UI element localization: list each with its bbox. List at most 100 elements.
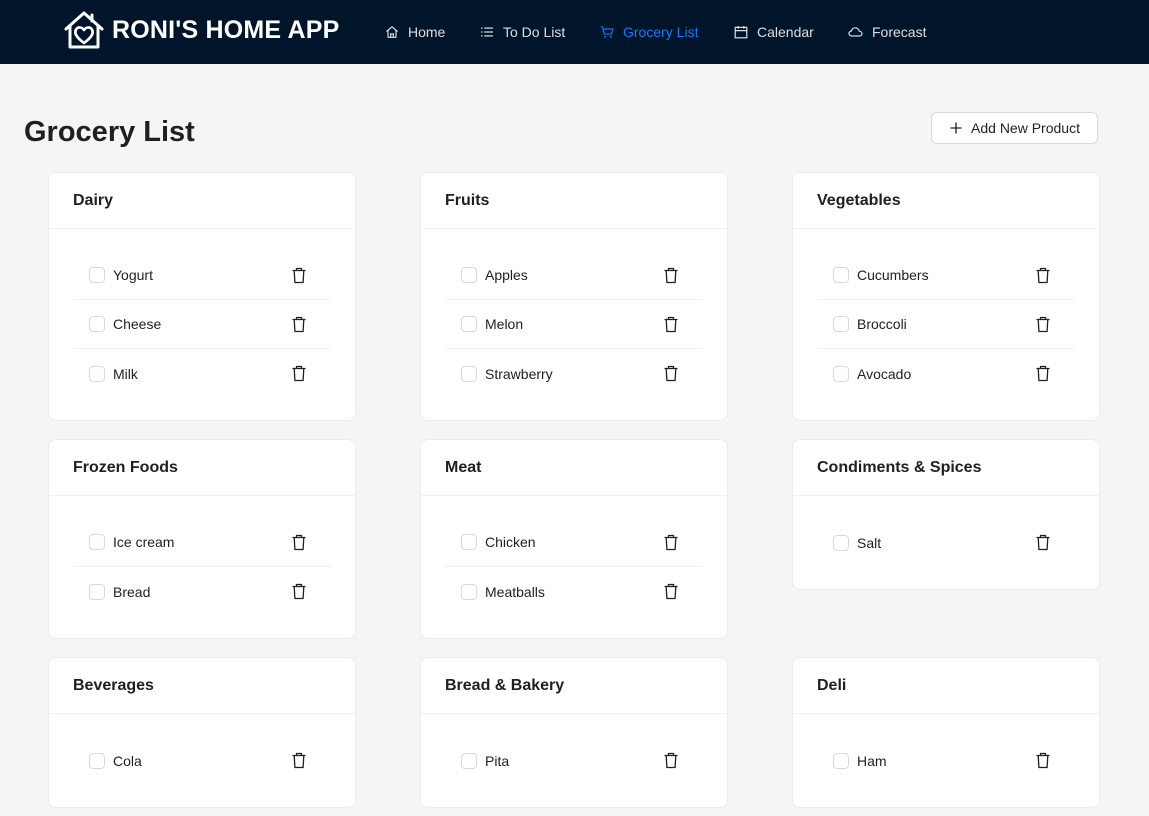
item-checkbox[interactable] [89,534,105,550]
item-checkbox[interactable] [89,583,105,600]
list-icon [481,27,493,37]
category-title: Beverages [49,658,355,714]
item-label: Avocado [857,365,912,382]
item-label: Ham [857,752,887,769]
item-checkbox[interactable] [833,534,849,551]
nav-item-label: Home [408,24,446,40]
item-label: Ice cream [113,534,175,550]
trash-icon[interactable] [663,752,679,769]
grocery-item: Salt [817,518,1075,567]
cloud-icon [848,27,863,37]
item-label: Salt [857,534,882,551]
item-label: Chicken [485,534,536,550]
item-label: Pita [485,752,510,769]
trash-icon[interactable] [1035,534,1051,551]
item-label: Cheese [113,316,162,332]
trash-icon[interactable] [1035,365,1051,382]
item-checkbox[interactable] [833,365,849,382]
trash-icon[interactable] [291,365,307,382]
item-checkbox[interactable] [89,316,105,332]
trash-icon[interactable] [291,752,307,769]
grocery-item: Milk [73,349,331,398]
category-card-meat: Meat Chicken Meatballs [420,439,728,639]
item-checkbox[interactable] [461,316,477,332]
category-items: Cola [49,714,355,807]
home-icon [386,26,398,38]
trash-icon[interactable] [1035,316,1051,333]
brand-logo[interactable]: RONI'S HOME APP [62,9,340,51]
top-navbar: RONI'S HOME APP Home To Do List Grocery … [0,0,1149,64]
trash-icon[interactable] [663,583,679,600]
plus-icon [950,122,962,134]
category-title: Dairy [49,173,355,229]
item-checkbox[interactable] [833,316,849,332]
grocery-item: Ham [817,736,1075,785]
nav-item-to-do-list[interactable]: To Do List [480,0,565,64]
nav-item-label: To Do List [503,24,566,40]
grocery-item: Meatballs [445,567,703,616]
trash-icon[interactable] [291,583,307,600]
item-checkbox[interactable] [833,752,849,769]
item-label: Yogurt [113,267,153,283]
item-checkbox[interactable] [461,534,477,550]
page-title: Grocery List [24,116,195,148]
category-card-frozen-foods: Frozen Foods Ice cream Bread [48,439,356,639]
grocery-item: Bread [73,567,331,616]
item-label: Melon [485,316,524,332]
category-title: Vegetables [793,173,1099,229]
grocery-item: Ice cream [73,518,331,567]
trash-icon[interactable] [291,267,307,284]
nav-item-calendar[interactable]: Calendar [734,0,814,64]
category-title: Condiments & Spices [793,440,1099,496]
item-label: Strawberry [485,365,553,382]
grocery-item: Broccoli [817,300,1075,349]
calendar-icon [734,26,748,39]
trash-icon[interactable] [291,316,307,333]
trash-icon[interactable] [1035,267,1051,284]
trash-icon[interactable] [1035,752,1051,769]
add-new-product-button[interactable]: Add New Product [931,112,1098,144]
grocery-item: Strawberry [445,349,703,398]
category-items: Cucumbers Broccoli Avocado [793,229,1099,420]
trash-icon[interactable] [663,534,679,551]
category-items: Apples Melon Strawberry [421,229,727,420]
category-card-vegetables: Vegetables Cucumbers Broccoli Avocado [792,172,1100,421]
category-title: Frozen Foods [49,440,355,496]
category-items: Pita [421,714,727,807]
item-checkbox[interactable] [461,583,477,600]
nav-item-home[interactable]: Home [385,0,445,64]
item-checkbox[interactable] [461,752,477,769]
item-checkbox[interactable] [461,365,477,382]
category-card-deli: Deli Ham [792,657,1100,808]
trash-icon[interactable] [663,316,679,333]
item-checkbox[interactable] [89,267,105,283]
nav-item-grocery-list[interactable]: Grocery List [600,0,698,64]
category-card-dairy: Dairy Yogurt Cheese Milk [48,172,356,421]
house-heart-icon [64,11,104,49]
grocery-item: Cheese [73,300,331,349]
nav-item-label: Calendar [757,24,814,40]
grocery-item: Chicken [445,518,703,567]
item-checkbox[interactable] [89,365,105,382]
grocery-item: Cucumbers [817,251,1075,300]
trash-icon[interactable] [663,267,679,284]
item-label: Cola [113,752,142,769]
item-label: Meatballs [485,583,545,600]
category-items: Salt [793,496,1099,589]
add-button-label: Add New Product [971,120,1080,136]
nav-item-forecast[interactable]: Forecast [848,0,926,64]
item-label: Apples [485,267,528,283]
category-title: Bread & Bakery [421,658,727,714]
category-items: Ham [793,714,1099,807]
category-card-fruits: Fruits Apples Melon Strawberry [420,172,728,421]
item-checkbox[interactable] [89,752,105,769]
category-title: Fruits [421,173,727,229]
trash-icon[interactable] [291,534,307,551]
trash-icon[interactable] [663,365,679,382]
grocery-item: Yogurt [73,251,331,300]
category-title: Deli [793,658,1099,714]
item-label: Cucumbers [857,267,929,283]
item-checkbox[interactable] [461,267,477,283]
item-label: Broccoli [857,316,907,332]
item-checkbox[interactable] [833,267,849,283]
